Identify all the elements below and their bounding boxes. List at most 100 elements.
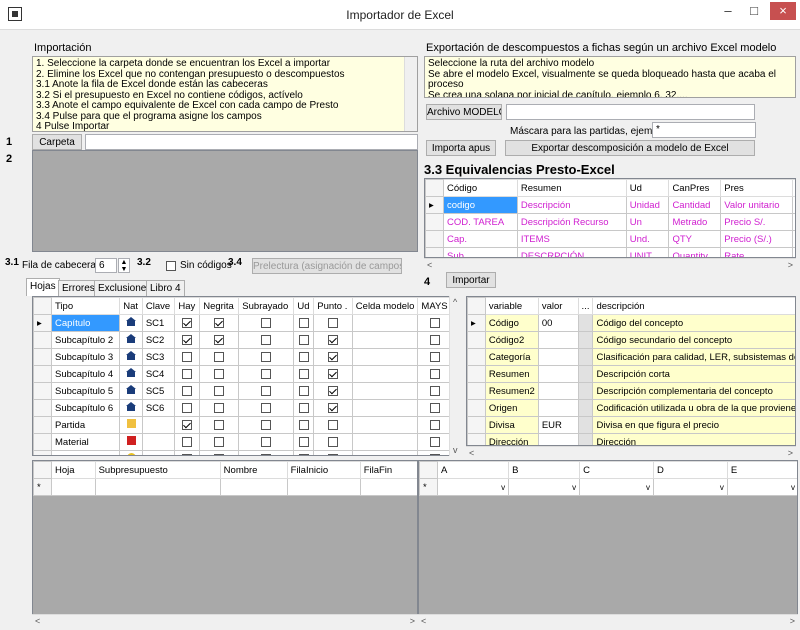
- table-row[interactable]: Resumen2 Descripción complementaria del c…: [467, 382, 795, 400]
- mays-cell[interactable]: [417, 382, 449, 400]
- punto-cell[interactable]: [313, 348, 353, 366]
- table-row[interactable]: Resumen Descripción corta: [467, 365, 795, 383]
- column-header[interactable]: MAYS: [417, 297, 449, 315]
- negrita-checkbox[interactable]: [214, 453, 225, 455]
- hay-checkbox[interactable]: [182, 368, 193, 379]
- punto-cell[interactable]: [313, 450, 353, 455]
- table-row[interactable]: Partida: [33, 416, 449, 434]
- ud-cell[interactable]: [293, 382, 315, 400]
- new-row[interactable]: *: [33, 478, 417, 496]
- empty-cell[interactable]: [51, 478, 96, 496]
- row-header[interactable]: [467, 348, 486, 366]
- table-row[interactable]: Categoría Clasificación para calidad, LER…: [467, 348, 795, 366]
- fila-cabecera-spinner[interactable]: ▲ ▼: [118, 258, 130, 273]
- hay-checkbox[interactable]: [182, 334, 193, 345]
- ud-checkbox[interactable]: [298, 436, 309, 447]
- column-header[interactable]: Resumen: [516, 179, 627, 197]
- sub-checkbox[interactable]: [261, 368, 272, 379]
- equiv-cell[interactable]: Im: [791, 247, 795, 257]
- negrita-cell[interactable]: [199, 433, 240, 451]
- mays-cell[interactable]: [417, 416, 449, 434]
- sub-checkbox[interactable]: [261, 402, 272, 413]
- punto-cell[interactable]: [313, 416, 353, 434]
- mays-cell[interactable]: [417, 348, 449, 366]
- table-row[interactable]: Divisa EUR Divisa en que figura el precio: [467, 416, 795, 434]
- sub-checkbox[interactable]: [261, 351, 272, 362]
- equiv-cell[interactable]: Quantity: [668, 247, 722, 257]
- equiv-cell[interactable]: Unidad: [625, 196, 670, 214]
- negrita-checkbox[interactable]: [214, 419, 225, 430]
- equiv-hscroll[interactable]: < >: [424, 258, 796, 272]
- ud-cell[interactable]: [293, 314, 315, 332]
- clave-cell[interactable]: SC6: [141, 399, 176, 417]
- table-row[interactable]: Origen Codificación utilizada u obra de l…: [467, 399, 795, 417]
- mays-cell[interactable]: [417, 331, 449, 349]
- new-row[interactable]: * v v v v v: [419, 478, 797, 496]
- mays-cell[interactable]: [417, 399, 449, 417]
- column-header[interactable]: B: [508, 461, 581, 479]
- row-header[interactable]: [33, 365, 52, 383]
- sub-cell[interactable]: [238, 365, 295, 383]
- column-header[interactable]: valor: [537, 297, 579, 315]
- tab-libro-4[interactable]: Libro 4: [146, 280, 185, 296]
- sub-cell[interactable]: [238, 314, 295, 332]
- equiv-cell[interactable]: Valor unitario: [720, 196, 793, 214]
- negrita-checkbox[interactable]: [214, 436, 225, 447]
- punto-cell[interactable]: [313, 365, 353, 383]
- table-row[interactable]: Cap.ITEMSUnd.QTYPrecio (S/.)Pa: [425, 230, 795, 248]
- empty-cell[interactable]: [359, 478, 417, 496]
- negrita-checkbox[interactable]: [214, 334, 225, 345]
- tipo-cell[interactable]: Subcapítulo 6: [50, 399, 121, 417]
- fila-cabecera-input[interactable]: 6: [95, 258, 117, 273]
- equiv-cell[interactable]: QTY: [668, 230, 722, 248]
- negrita-checkbox[interactable]: [214, 368, 225, 379]
- mays-checkbox[interactable]: [430, 385, 441, 396]
- punto-cell[interactable]: [313, 433, 353, 451]
- valor-cell[interactable]: [537, 399, 579, 417]
- valor-cell[interactable]: [537, 348, 579, 366]
- clave-cell[interactable]: SC2: [141, 331, 176, 349]
- nat-cell[interactable]: [119, 314, 143, 332]
- ud-checkbox[interactable]: [298, 385, 309, 396]
- equiv-cell[interactable]: Und.: [625, 230, 670, 248]
- descripcion-cell[interactable]: Código secundario del concepto: [592, 331, 795, 349]
- clave-cell[interactable]: SC4: [141, 365, 176, 383]
- valor-cell[interactable]: 00: [537, 314, 579, 332]
- descripcion-cell[interactable]: Dirección: [592, 433, 795, 445]
- equiv-cell[interactable]: DESCRPCIÓN: [516, 247, 627, 257]
- negrita-cell[interactable]: [199, 348, 240, 366]
- nat-cell[interactable]: [119, 348, 143, 366]
- negrita-checkbox[interactable]: [214, 402, 225, 413]
- row-header[interactable]: ▸: [33, 314, 52, 332]
- tipo-cell[interactable]: Subcapítulo 4: [50, 365, 121, 383]
- column-header[interactable]: Subrayado: [238, 297, 295, 315]
- table-row[interactable]: Código2 Código secundario del concepto: [467, 331, 795, 349]
- equiv-cell[interactable]: COD. TAREA: [443, 213, 518, 231]
- dropdown-cell[interactable]: v: [508, 478, 581, 496]
- celda-modelo-cell[interactable]: [351, 450, 419, 455]
- punto-checkbox[interactable]: [328, 351, 339, 362]
- equiv-cell[interactable]: Pa: [791, 213, 795, 231]
- sub-cell[interactable]: [238, 399, 295, 417]
- column-header[interactable]: Nat: [119, 297, 143, 315]
- punto-checkbox[interactable]: [328, 317, 339, 328]
- equiv-cell[interactable]: Descripción Recurso: [516, 213, 627, 231]
- punto-checkbox[interactable]: [328, 385, 339, 396]
- punto-checkbox[interactable]: [328, 402, 339, 413]
- column-header[interactable]: Clave: [141, 297, 176, 315]
- ud-cell[interactable]: [293, 416, 315, 434]
- table-row[interactable]: COD. TAREA Descripción Recurso Un Metrado Pr…: [425, 213, 795, 231]
- hay-cell[interactable]: [174, 433, 201, 451]
- table-row[interactable]: ▸ Capítulo SC1: [33, 314, 449, 332]
- archivo-modelo-button[interactable]: Archivo MODELO: [426, 104, 502, 120]
- celda-modelo-cell[interactable]: [351, 433, 419, 451]
- descripcion-cell[interactable]: Codificación utilizada u obra de la que …: [592, 399, 795, 417]
- excel-file-list[interactable]: [32, 150, 418, 252]
- column-header[interactable]: Ud: [625, 179, 670, 197]
- empty-cell[interactable]: [219, 478, 288, 496]
- column-header[interactable]: C: [579, 461, 655, 479]
- ellipsis-button[interactable]: [577, 399, 594, 417]
- row-header[interactable]: [467, 382, 486, 400]
- negrita-cell[interactable]: [199, 382, 240, 400]
- mays-cell[interactable]: [417, 450, 449, 455]
